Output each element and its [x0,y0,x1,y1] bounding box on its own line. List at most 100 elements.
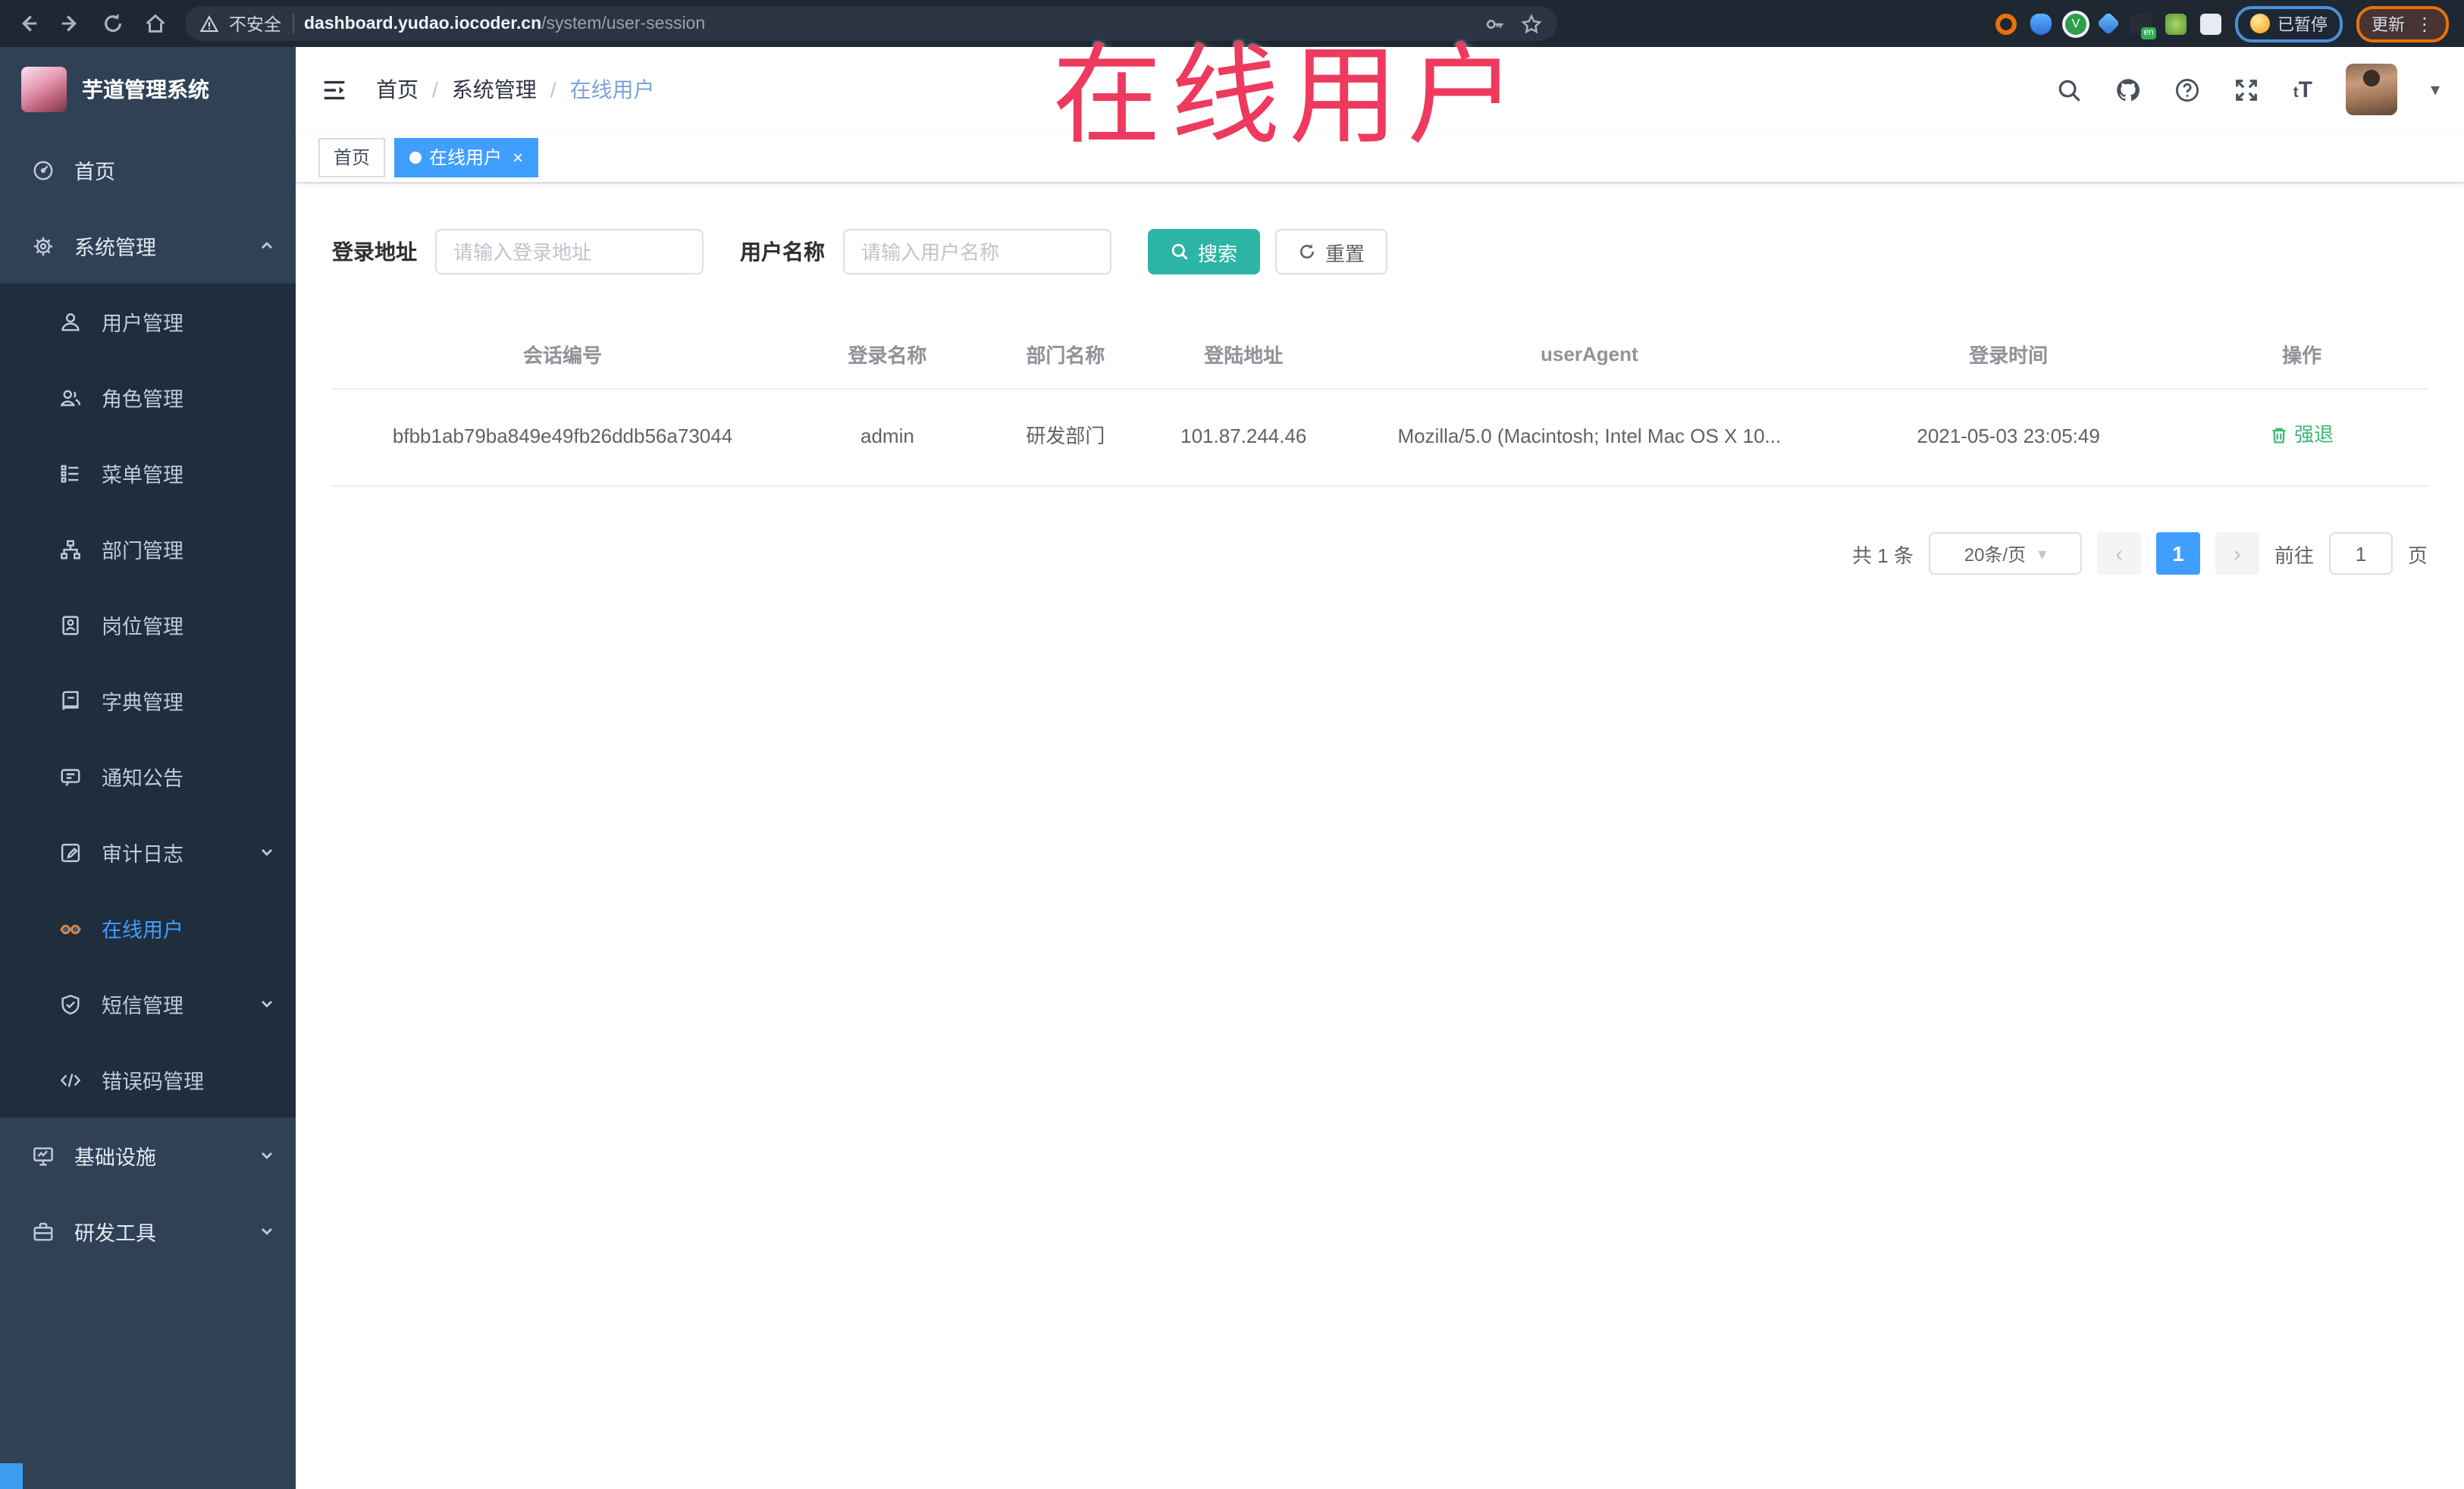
sidebar-item-dev-tools[interactable]: 研发工具 [0,1193,296,1269]
search-icon[interactable] [2057,77,2083,102]
column-header-login-name: 登录名称 [793,320,982,390]
extension-icon[interactable] [1995,13,2017,34]
caret-down-icon: ▾ [2038,545,2047,564]
browser-menu-icon[interactable]: ⋮ [2415,13,2434,34]
table-row: bfbb1ab79ba849e49fb26ddb56a73044 admin 研… [332,389,2428,487]
search-button[interactable]: 搜索 [1148,229,1261,274]
page-url: dashboard.yudao.iocoder.cn/system/user-s… [304,14,705,33]
sidebar-item-department-management[interactable]: 部门管理 [0,511,296,587]
screen: 不安全 dashboard.yudao.iocoder.cn/system/us… [0,0,2464,1489]
sidebar-item-label: 部门管理 [102,540,183,563]
tag-online-users[interactable]: 在线用户 × [394,137,539,177]
breadcrumb-separator: / [550,77,556,102]
sidebar-item-role-management[interactable]: 角色管理 [0,359,296,435]
sidebar-item-error-code-management[interactable]: 错误码管理 [0,1042,296,1118]
page-size-select[interactable]: 20条/页 ▾ [1928,532,2082,575]
collapse-sidebar-icon[interactable] [320,75,349,104]
help-icon[interactable] [2175,77,2201,102]
github-icon[interactable] [2116,77,2142,102]
tag-home[interactable]: 首页 [318,137,386,177]
extensions-puzzle-icon[interactable] [2200,13,2221,34]
refresh-icon [1300,244,1315,259]
sidebar-item-menu-management[interactable]: 菜单管理 [0,435,296,511]
sidebar-item-home[interactable]: 首页 [0,132,296,208]
forward-icon[interactable] [58,11,82,36]
user-menu-caret-icon[interactable]: ▾ [2431,79,2440,100]
sidebar-item-label: 短信管理 [102,995,183,1017]
page-size-value: 20条/页 [1964,544,2027,566]
close-icon[interactable]: × [513,148,523,166]
cell-login-ip: 101.87.244.46 [1149,389,1338,487]
breadcrumb-system[interactable]: 系统管理 [452,74,537,105]
reload-icon[interactable] [100,11,124,36]
sidebar: 芋道管理系统 首页 系统管理 用户管理 角色管理 菜单管理 部门管理 岗位管理 … [0,47,296,1489]
extension-icon[interactable]: V [2065,13,2086,34]
profile-paused-badge[interactable]: 已暂停 [2235,5,2343,42]
login-address-label: 登录地址 [332,240,417,264]
extension-icon[interactable]: en [2130,13,2156,39]
org-tree-icon [58,537,82,561]
chevron-down-icon [262,849,272,856]
page-content: 登录地址 用户名称 搜索 重置 [296,183,2464,1489]
roles-icon [58,385,82,409]
force-logout-button[interactable]: 强退 [2270,420,2334,452]
reset-button[interactable]: 重置 [1275,229,1388,274]
id-badge-icon [58,613,82,637]
cell-dept-name: 研发部门 [981,389,1149,487]
sidebar-item-post-management[interactable]: 岗位管理 [0,587,296,663]
sidebar-item-label: 基础设施 [74,1146,156,1169]
code-icon [58,1067,82,1092]
main-panel: 首页 / 系统管理 / 在线用户 tT ▾ 首页 在线用户 × 登录地址 请输入… [296,47,2464,1489]
sidebar-item-sms-management[interactable]: 短信管理 [0,966,296,1042]
sidebar-item-label: 错误码管理 [102,1071,204,1093]
update-label: 更新 [2372,16,2405,34]
prev-page-button[interactable]: ‹ [2096,532,2141,575]
tag-label: 首页 [334,147,371,168]
sidebar-item-user-management[interactable]: 用户管理 [0,284,296,359]
extension-icon[interactable] [2030,13,2052,34]
sidebar-item-audit-log[interactable]: 审计日志 [0,814,296,890]
active-dot-icon [409,151,422,163]
sidebar-item-label: 审计日志 [102,843,183,866]
column-header-dept-name: 部门名称 [981,320,1149,390]
search-button-label: 搜索 [1198,242,1238,265]
font-size-icon[interactable]: tT [2293,78,2312,101]
force-logout-label: 强退 [2294,423,2334,446]
app-title: 芋道管理系统 [82,77,209,102]
goto-page-input[interactable] [2328,532,2393,575]
avatar[interactable] [2345,64,2397,115]
sidebar-item-notice-announcement[interactable]: 通知公告 [0,738,296,814]
divider [292,14,293,33]
user-name-label: 用户名称 [740,240,825,264]
dictionary-icon [58,688,82,713]
chevron-down-icon [262,1228,272,1235]
column-header-actions: 操作 [2176,320,2428,390]
column-header-session-id: 会话编号 [332,320,794,390]
browser-update-button[interactable]: 更新 ⋮ [2356,5,2449,42]
home-icon[interactable] [143,11,167,36]
app-logo-row[interactable]: 芋道管理系统 [0,47,296,132]
cell-actions: 强退 [2176,389,2428,487]
extension-icon[interactable] [2096,11,2121,36]
login-address-input[interactable] [435,229,704,274]
extension-icon[interactable] [2165,13,2187,34]
page-unit-label: 页 [2407,544,2428,567]
sidebar-item-online-users[interactable]: 在线用户 [0,890,296,966]
fullscreen-icon[interactable] [2234,77,2260,102]
next-page-button[interactable]: › [2215,532,2259,575]
breadcrumb-home[interactable]: 首页 [376,74,419,105]
back-icon[interactable] [15,11,39,36]
user-name-input[interactable] [843,229,1111,274]
sidebar-item-label: 首页 [74,161,115,183]
search-icon [1171,243,1188,260]
sidebar-item-infrastructure[interactable]: 基础设施 [0,1118,296,1193]
user-icon [58,309,82,334]
sidebar-item-dictionary-management[interactable]: 字典管理 [0,663,296,738]
navbar-actions: tT ▾ [2057,64,2440,115]
sidebar-item-label: 系统管理 [74,237,156,259]
warning-icon [200,14,218,32]
url-host: dashboard.yudao.iocoder.cn [304,14,542,33]
page-number-button[interactable]: 1 [2155,532,2200,575]
annotation-overlay-text: 在线用户 [1052,36,1526,158]
sidebar-item-system-management[interactable]: 系统管理 [0,208,296,284]
